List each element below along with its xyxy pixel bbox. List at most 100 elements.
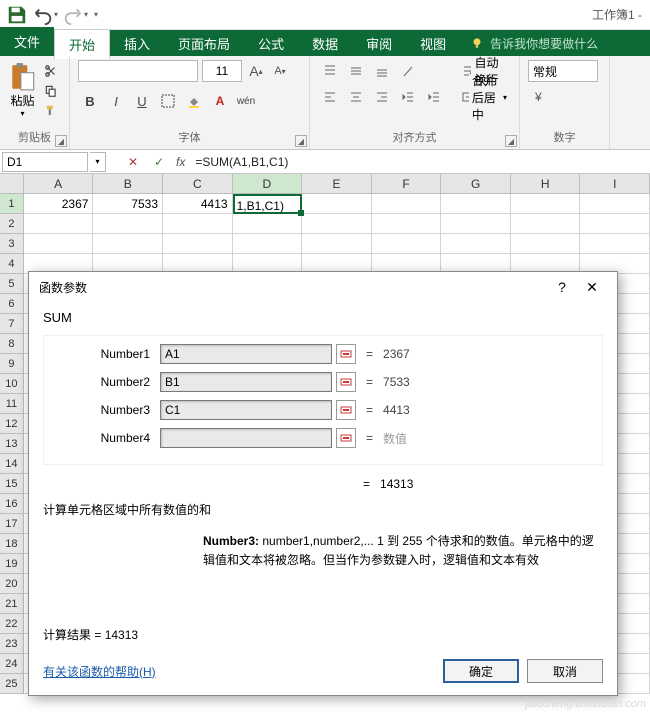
row-header[interactable]: 15	[0, 474, 24, 494]
cell[interactable]	[302, 214, 372, 234]
name-box-dropdown[interactable]: ▾	[90, 152, 106, 172]
redo-icon[interactable]	[62, 4, 84, 26]
cell[interactable]: 4413	[163, 194, 233, 214]
row-header[interactable]: 16	[0, 494, 24, 514]
font-launcher[interactable]: ◢	[295, 135, 307, 147]
cell[interactable]	[580, 234, 650, 254]
copy-icon[interactable]	[41, 82, 61, 100]
fx-icon[interactable]: fx	[176, 155, 185, 169]
tab-insert[interactable]: 插入	[110, 29, 164, 58]
cell[interactable]	[511, 214, 581, 234]
undo-dropdown[interactable]: ▾	[54, 10, 58, 19]
cell[interactable]	[93, 234, 163, 254]
tab-home[interactable]: 开始	[54, 29, 110, 59]
phonetic-button[interactable]: wén	[234, 90, 258, 112]
row-header[interactable]: 2	[0, 214, 24, 234]
ok-button[interactable]: 确定	[443, 659, 519, 683]
row-header[interactable]: 17	[0, 514, 24, 534]
argument-input[interactable]	[160, 372, 332, 392]
format-painter-icon[interactable]	[41, 102, 61, 120]
cell[interactable]	[302, 194, 372, 214]
formula-enter-icon[interactable]: ✓	[146, 151, 172, 173]
cell[interactable]	[441, 194, 511, 214]
name-box[interactable]: D1	[2, 152, 88, 172]
border-button[interactable]	[156, 90, 180, 112]
dialog-close-icon[interactable]: ✕	[577, 275, 607, 299]
row-header[interactable]: 7	[0, 314, 24, 334]
tab-data[interactable]: 数据	[298, 29, 352, 58]
increase-indent-icon[interactable]	[422, 86, 446, 108]
bold-button[interactable]: B	[78, 90, 102, 112]
number-format-combo[interactable]: 常规	[528, 60, 598, 82]
fill-color-button[interactable]	[182, 90, 206, 112]
align-center-icon[interactable]	[344, 86, 368, 108]
cell[interactable]	[372, 234, 442, 254]
qat-customize[interactable]: ▾	[94, 10, 98, 19]
decrease-indent-icon[interactable]	[396, 86, 420, 108]
cell[interactable]	[93, 214, 163, 234]
col-header[interactable]: I	[580, 174, 650, 194]
select-all-corner[interactable]	[0, 174, 24, 194]
dialog-help-icon[interactable]: ?	[547, 275, 577, 299]
row-header[interactable]: 12	[0, 414, 24, 434]
col-header[interactable]: F	[372, 174, 442, 194]
cell[interactable]	[372, 194, 442, 214]
cell[interactable]	[372, 214, 442, 234]
cancel-button[interactable]: 取消	[527, 659, 603, 683]
cell[interactable]	[580, 194, 650, 214]
collapse-dialog-icon[interactable]	[336, 428, 356, 448]
col-header[interactable]: G	[441, 174, 511, 194]
font-name-combo[interactable]	[78, 60, 198, 82]
row-header[interactable]: 23	[0, 634, 24, 654]
col-header[interactable]: H	[511, 174, 581, 194]
row-header[interactable]: 20	[0, 574, 24, 594]
tab-formulas[interactable]: 公式	[244, 29, 298, 58]
col-header[interactable]: B	[93, 174, 163, 194]
cell[interactable]	[511, 234, 581, 254]
save-icon[interactable]	[6, 4, 28, 26]
align-top-icon[interactable]	[318, 60, 342, 82]
align-right-icon[interactable]	[370, 86, 394, 108]
row-header[interactable]: 14	[0, 454, 24, 474]
collapse-dialog-icon[interactable]	[336, 372, 356, 392]
col-header[interactable]: C	[163, 174, 233, 194]
redo-dropdown[interactable]: ▾	[84, 10, 88, 19]
tell-me[interactable]: 告诉我你想要做什么	[470, 35, 598, 52]
argument-input[interactable]	[160, 428, 332, 448]
cell[interactable]	[302, 234, 372, 254]
cell[interactable]	[24, 214, 94, 234]
formula-cancel-icon[interactable]: ✕	[120, 151, 146, 173]
cut-icon[interactable]	[41, 62, 61, 80]
font-size-combo[interactable]: 11	[202, 60, 242, 82]
argument-input[interactable]	[160, 400, 332, 420]
row-header[interactable]: 5	[0, 274, 24, 294]
undo-icon[interactable]	[32, 4, 54, 26]
paste-button[interactable]: 粘贴 ▾	[8, 60, 37, 118]
row-header[interactable]: 3	[0, 234, 24, 254]
cell[interactable]	[511, 194, 581, 214]
cell[interactable]	[441, 214, 511, 234]
row-header[interactable]: 24	[0, 654, 24, 674]
cell[interactable]	[163, 214, 233, 234]
argument-input[interactable]	[160, 344, 332, 364]
row-header[interactable]: 1	[0, 194, 24, 214]
row-header[interactable]: 8	[0, 334, 24, 354]
increase-font-icon[interactable]: A▴	[246, 61, 266, 81]
tab-file[interactable]: 文件	[0, 27, 54, 56]
cell[interactable]	[233, 214, 303, 234]
row-header[interactable]: 11	[0, 394, 24, 414]
col-header[interactable]: D	[233, 174, 303, 194]
tab-layout[interactable]: 页面布局	[164, 29, 244, 58]
collapse-dialog-icon[interactable]	[336, 344, 356, 364]
row-header[interactable]: 25	[0, 674, 24, 694]
cell[interactable]: 1,B1,C1)	[233, 194, 303, 214]
collapse-dialog-icon[interactable]	[336, 400, 356, 420]
formula-input[interactable]: =SUM(A1,B1,C1)	[189, 152, 650, 172]
cell[interactable]: 7533	[93, 194, 163, 214]
orientation-icon[interactable]	[396, 60, 420, 82]
cell[interactable]: 2367	[24, 194, 94, 214]
cell[interactable]	[441, 234, 511, 254]
tab-view[interactable]: 视图	[406, 29, 460, 58]
cell[interactable]	[24, 234, 94, 254]
function-help-link[interactable]: 有关该函数的帮助(H)	[43, 663, 156, 680]
